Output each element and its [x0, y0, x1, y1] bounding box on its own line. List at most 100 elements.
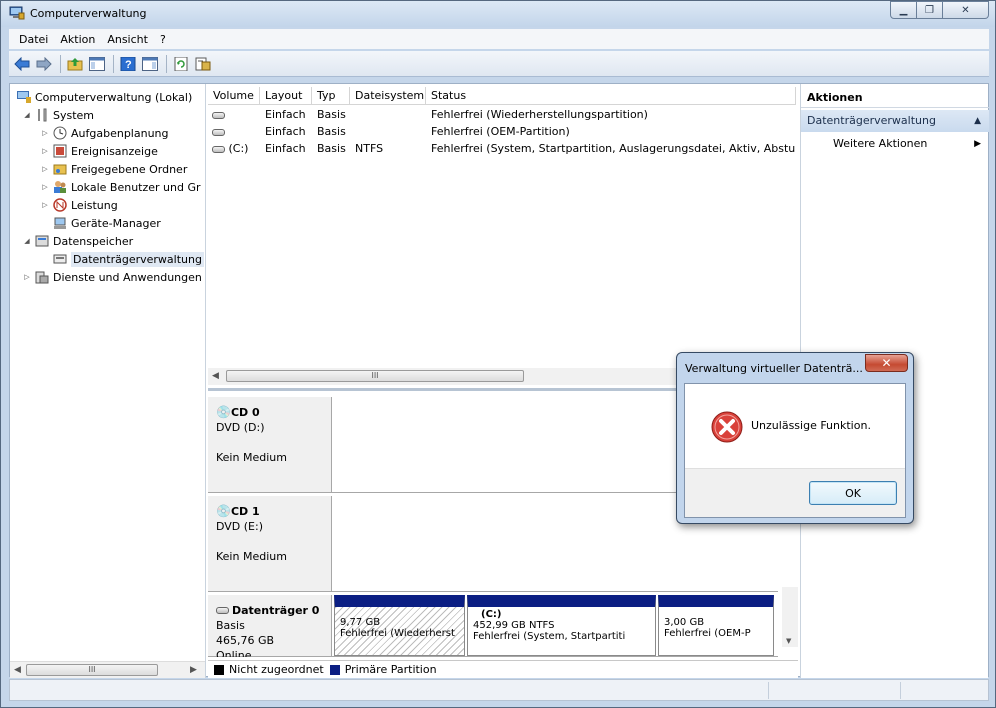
- expanded-icon[interactable]: ◢: [22, 111, 32, 119]
- tree-item-ereignisanzeige[interactable]: ▷ Ereignisanzeige: [40, 142, 158, 160]
- volume-list-header: Volume Layout Typ Dateisystem Status: [208, 87, 796, 105]
- partition-size: 452,99 GB NTFS: [473, 620, 555, 631]
- dialog-close-button[interactable]: ✕: [865, 354, 908, 372]
- table-row[interactable]: Einfach Basis Fehlerfrei (OEM-Partition): [208, 124, 796, 141]
- menu-ansicht[interactable]: Ansicht: [101, 33, 154, 46]
- shared-folder-icon: [52, 161, 68, 177]
- scroll-thumb[interactable]: III: [26, 664, 158, 676]
- tree-item-dienste[interactable]: ▷ Dienste und Anwendungen: [22, 268, 202, 286]
- cell-layout: Einfach: [265, 142, 306, 155]
- volume-icon: [212, 111, 225, 119]
- forward-button[interactable]: [34, 54, 54, 74]
- disk-type: DVD (E:): [216, 520, 264, 533]
- status-divider: [900, 682, 901, 699]
- tree-item-leistung[interactable]: ▷ Leistung: [40, 196, 118, 214]
- column-header-status[interactable]: Status: [426, 87, 796, 105]
- partition-name: (C:): [481, 609, 502, 620]
- tree-item-label: Ereignisanzeige: [71, 144, 158, 158]
- users-icon: [52, 179, 68, 195]
- back-button[interactable]: [12, 54, 32, 74]
- collapsed-icon[interactable]: ▷: [40, 183, 50, 191]
- collapsed-icon[interactable]: ▷: [40, 129, 50, 137]
- partition-c[interactable]: (C:) 452,99 GB NTFS Fehlerfrei (System, …: [467, 595, 656, 656]
- legend-swatch-primary: [329, 664, 340, 675]
- cell-layout: Einfach: [265, 108, 306, 121]
- tree-item-freigegebene-ordner[interactable]: ▷ Freigegebene Ordner: [40, 160, 187, 178]
- column-header-layout[interactable]: Layout: [260, 87, 312, 105]
- console-tree-button[interactable]: [87, 54, 107, 74]
- partition-size: 3,00 GB: [664, 617, 705, 628]
- table-row[interactable]: Einfach Basis Fehlerfrei (Wiederherstell…: [208, 107, 796, 124]
- scroll-left-icon[interactable]: ◀: [212, 371, 219, 381]
- close-icon: ✕: [881, 356, 892, 370]
- title-bar: Computerverwaltung ▁ ❐ ✕: [1, 1, 995, 27]
- partition-recovery[interactable]: 9,77 GB Fehlerfrei (Wiederherst: [334, 595, 465, 656]
- cell-typ: Basis: [317, 142, 346, 155]
- tree-item-label: Leistung: [71, 198, 118, 212]
- svg-text:?: ?: [125, 59, 132, 71]
- action-pane-button[interactable]: [140, 54, 160, 74]
- tree-item-label: Datenspeicher: [53, 234, 134, 248]
- disk-body: 9,77 GB Fehlerfrei (Wiederherst (C:) 452…: [332, 595, 778, 657]
- column-header-dateisystem[interactable]: Dateisystem: [350, 87, 426, 105]
- toolbar-separator: [113, 54, 114, 73]
- volume-list: Volume Layout Typ Dateisystem Status Ein…: [208, 87, 798, 387]
- tree-item-datentraegerverwaltung[interactable]: Datenträgerverwaltung: [50, 250, 204, 268]
- actions-section-datentraegerverwaltung[interactable]: Datenträgerverwaltung ▲: [801, 110, 989, 132]
- scroll-right-icon[interactable]: ▶: [190, 665, 197, 675]
- cell-layout: Einfach: [265, 125, 306, 138]
- scroll-thumb[interactable]: III: [226, 370, 524, 382]
- collapse-up-icon[interactable]: ▲: [974, 110, 981, 132]
- action-weitere-aktionen[interactable]: Weitere Aktionen ▶: [801, 134, 989, 154]
- forward-arrow-icon: [36, 56, 52, 71]
- tree-item-label: Dienste und Anwendungen: [53, 270, 202, 284]
- tree-item-label: Freigegebene Ordner: [71, 162, 188, 176]
- hard-disk-icon: [216, 607, 229, 614]
- menu-help[interactable]: ?: [154, 33, 172, 46]
- column-header-volume[interactable]: Volume: [208, 87, 260, 105]
- ok-button[interactable]: OK: [809, 481, 897, 505]
- column-header-typ[interactable]: Typ: [312, 87, 350, 105]
- up-folder-button[interactable]: [65, 54, 85, 74]
- tree-item-computerverwaltung[interactable]: Computerverwaltung (Lokal): [14, 88, 192, 106]
- tree-item-aufgabenplanung[interactable]: ▷ Aufgabenplanung: [40, 124, 169, 142]
- minimize-button[interactable]: ▁: [890, 1, 917, 19]
- tree-item-geraete-manager[interactable]: Geräte-Manager: [50, 214, 161, 232]
- window-title: Computerverwaltung: [30, 7, 147, 20]
- toolbar-separator: [166, 54, 167, 73]
- properties-button[interactable]: [193, 54, 213, 74]
- disk-view-vertical-scrollbar[interactable]: ▼: [782, 587, 798, 647]
- close-button[interactable]: ✕: [943, 1, 989, 19]
- disk-type: Basis: [216, 619, 245, 632]
- disk-name: Datenträger 0: [232, 604, 320, 617]
- disk-row-datentraeger0[interactable]: Datenträger 0 Basis 465,76 GB Online 9,7…: [208, 595, 778, 657]
- expanded-icon[interactable]: ◢: [22, 237, 32, 245]
- menu-datei[interactable]: Datei: [13, 33, 54, 46]
- tree-item-lokale-benutzer[interactable]: ▷ Lokale Benutzer und Gr: [40, 178, 200, 196]
- error-dialog: Verwaltung virtueller Datenträ... ✕ Unzu…: [676, 352, 914, 524]
- tree-item-system[interactable]: ◢ System: [22, 106, 94, 124]
- legend: Nicht zugeordnet Primäre Partition: [208, 660, 798, 678]
- collapsed-icon[interactable]: ▷: [40, 201, 50, 209]
- table-row[interactable]: (C:) Einfach Basis NTFS Fehlerfrei (Syst…: [208, 141, 796, 158]
- partition-size: 9,77 GB: [340, 617, 381, 628]
- scroll-down-icon[interactable]: ▼: [786, 637, 791, 645]
- maximize-button[interactable]: ❐: [917, 1, 943, 19]
- collapsed-icon[interactable]: ▷: [22, 273, 32, 281]
- disk-status: Kein Medium: [216, 451, 287, 464]
- partition-status: Fehlerfrei (Wiederherst: [340, 628, 455, 639]
- refresh-button[interactable]: [171, 54, 191, 74]
- tree-item-datenspeicher[interactable]: ◢ Datenspeicher: [22, 232, 133, 250]
- submenu-arrow-icon: ▶: [974, 139, 981, 149]
- partition-oem[interactable]: 3,00 GB Fehlerfrei (OEM-P: [658, 595, 774, 656]
- error-icon: [711, 411, 743, 443]
- menu-aktion[interactable]: Aktion: [54, 33, 101, 46]
- collapsed-icon[interactable]: ▷: [40, 165, 50, 173]
- action-pane-icon: [142, 56, 158, 71]
- tree-horizontal-scrollbar[interactable]: ◀ III ▶: [10, 661, 205, 678]
- scroll-left-icon[interactable]: ◀: [14, 665, 21, 675]
- storage-icon: [34, 233, 50, 249]
- collapsed-icon[interactable]: ▷: [40, 147, 50, 155]
- device-manager-icon: [52, 215, 68, 231]
- help-button[interactable]: ?: [118, 54, 138, 74]
